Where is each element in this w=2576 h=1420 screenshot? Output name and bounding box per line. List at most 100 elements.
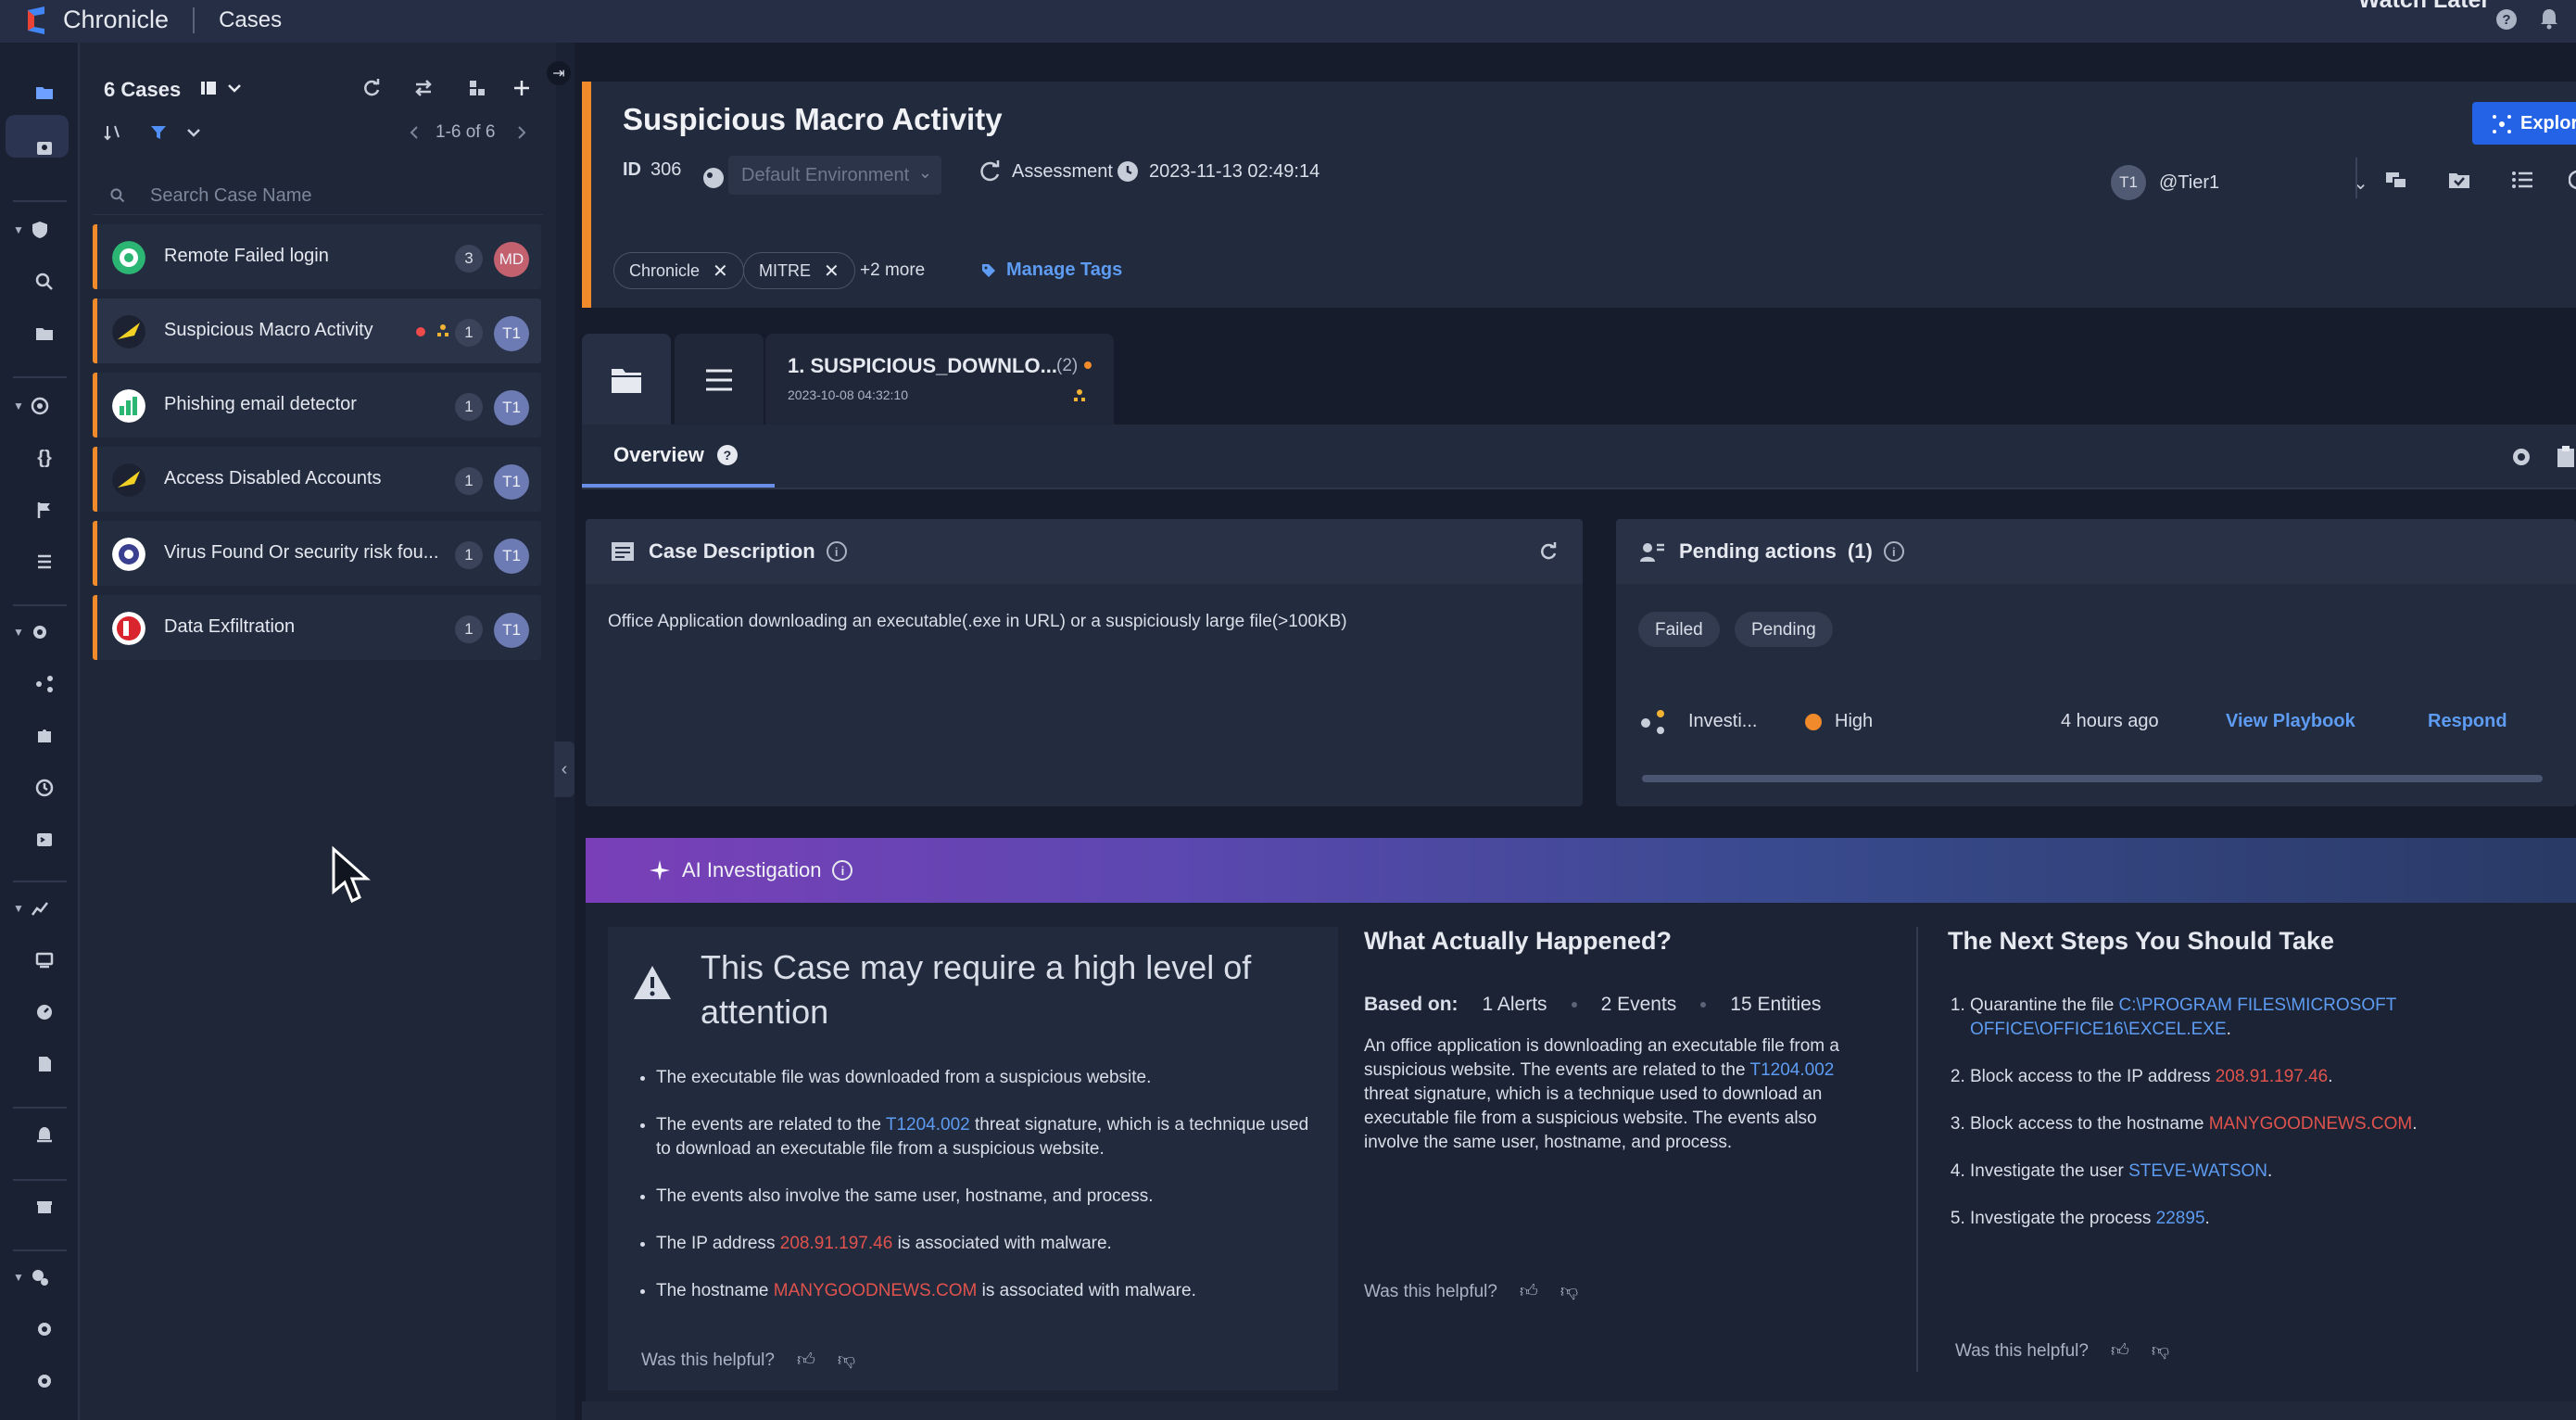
add-case-icon[interactable] [508,74,536,102]
technique-link[interactable]: T1204.002 [886,1115,970,1135]
info-icon[interactable]: i [826,541,847,562]
tab-alert[interactable]: 1. SUSPICIOUS_DOWNLO... (2) 2023-10-08 0… [765,334,1114,426]
process-link[interactable]: 22895 [2156,1209,2205,1228]
ip-address-link[interactable]: 208.91.197.46 [780,1234,893,1253]
more-tags-link[interactable]: +2 more [860,260,925,281]
filter-chevron-icon[interactable] [180,119,208,146]
refresh-icon[interactable] [358,74,385,102]
tab-case-list[interactable] [675,334,764,426]
filter-chip-failed[interactable]: Failed [1638,612,1720,647]
code-braces-icon[interactable]: {} [28,441,61,475]
thumbs-up-icon[interactable]: 👍︎ [1520,1281,1538,1302]
help-icon[interactable]: ? [2496,9,2517,30]
help-icon[interactable]: ? [716,445,738,465]
terminal-icon[interactable] [28,823,61,856]
close-icon[interactable]: ✕ [824,260,840,283]
view-mode-chevron-icon[interactable] [221,74,248,102]
history-icon[interactable] [28,771,61,805]
list-icon[interactable] [28,545,61,578]
tag-chip[interactable]: MITRE ✕ [743,252,855,289]
case-search[interactable]: Search Case Name [93,174,543,215]
tab-case-overview[interactable] [582,334,671,426]
thumbs-down-icon[interactable]: 👎︎ [2152,1340,2169,1362]
tab-overview[interactable]: Overview ? [613,443,738,467]
thumbs-up-icon[interactable]: 👍︎ [797,1350,815,1371]
dashboard-gauge-icon[interactable] [28,995,61,1029]
notification-bell-icon[interactable] [2539,7,2559,30]
id-card-icon[interactable] [28,132,61,165]
case-title: Data Exfiltration [164,616,296,637]
collapse-panel-handle[interactable]: ‹ [554,742,575,797]
case-item[interactable]: Phishing email detector 1 T1 [93,373,541,437]
chat-icon[interactable] [2383,167,2409,193]
environment-select[interactable]: Default Environment ⌄ [728,156,941,195]
brand[interactable]: Chronicle Cases [26,6,282,34]
report-icon[interactable] [28,1047,61,1081]
pending-action-row[interactable]: Investi... High 4 hours ago View Playboo… [1638,695,2576,747]
sort-icon[interactable] [98,119,126,146]
step-item: Investigate the process 22895. [1970,1207,2541,1231]
workflow-icon[interactable] [28,667,61,701]
user-link[interactable]: STEVE-WATSON [2128,1161,2267,1181]
horizontal-scrollbar[interactable] [1642,775,2543,782]
search-icon[interactable] [28,265,61,298]
expand-panel-icon[interactable]: ⇥ [547,61,571,85]
rail-group-detection[interactable]: ▼ [13,393,63,419]
rail-group-security[interactable]: ▼ [13,217,63,243]
view-mode-icon[interactable] [195,74,222,102]
info-icon[interactable]: i [1883,541,1904,562]
thumbs-down-icon[interactable]: 👎︎ [838,1350,855,1371]
close-icon[interactable]: ✕ [713,260,728,283]
settings-icon[interactable] [28,1312,61,1346]
alarm-icon[interactable] [28,1118,61,1151]
hostname-link[interactable]: MANYGOODNEWS.COM [2209,1114,2413,1134]
folder-search-icon[interactable] [28,317,61,350]
folder-check-icon[interactable] [2446,167,2472,193]
more-options-icon[interactable] [2569,167,2576,193]
assignee-select[interactable]: T1 @Tier1 ⌄ [2111,165,2368,200]
puzzle-icon[interactable] [28,719,61,753]
manage-tags-link[interactable]: Manage Tags [980,260,1122,281]
user-name[interactable]: Watch Later [2358,0,2490,14]
case-item[interactable]: Data Exfiltration 1 T1 [93,595,541,660]
rail-group-admin[interactable]: ▼ [13,1264,63,1290]
thumbs-down-icon[interactable]: 👎︎ [1560,1281,1578,1302]
view-playbook-link[interactable]: View Playbook [2226,711,2355,732]
filter-icon[interactable] [145,119,172,146]
case-stage[interactable]: Assessment [979,159,1113,184]
thumbs-up-icon[interactable]: 👍︎ [2111,1340,2129,1362]
swap-icon[interactable] [410,74,437,102]
ip-address-link[interactable]: 208.91.197.46 [2216,1067,2329,1086]
case-item-selected[interactable]: Suspicious Macro Activity 1 T1 [93,298,541,363]
rail-group-analytics[interactable]: ▼ [13,895,63,921]
flag-icon[interactable] [28,493,61,526]
store-icon[interactable] [28,1190,61,1223]
prev-page-icon[interactable] [400,119,428,146]
case-item[interactable]: Remote Failed login 3 MD [93,224,541,289]
cases-folder-icon[interactable] [28,76,61,109]
alerts-count[interactable]: 1 Alerts [1483,994,1547,1016]
technique-link[interactable]: T1204.002 [1750,1060,1835,1080]
tag-chip[interactable]: Chronicle ✕ [613,252,744,289]
explore-button[interactable]: Explore [2472,102,2576,145]
case-item[interactable]: Virus Found Or security risk fou... 1 T1 [93,521,541,586]
respond-link[interactable]: Respond [2428,711,2507,732]
gear-icon[interactable] [2509,445,2533,469]
entities-count[interactable]: 15 Entities [1730,994,1821,1016]
alert-tab-date: 2023-10-08 04:32:10 [788,387,908,402]
events-count[interactable]: 2 Events [1601,994,1677,1016]
refresh-icon[interactable] [1538,541,1559,562]
next-page-icon[interactable] [508,119,536,146]
grid-layout-icon[interactable] [463,74,491,102]
rail-group-settings[interactable]: ▼ [13,619,63,645]
hostname-link[interactable]: MANYGOODNEWS.COM [774,1281,978,1300]
info-icon[interactable]: i [832,860,853,881]
task-list-icon[interactable] [2509,167,2535,193]
clipboard-icon[interactable] [2556,445,2576,469]
comment-input-bar[interactable] [582,1401,2576,1420]
filter-chip-pending[interactable]: Pending [1735,612,1833,647]
settings-advanced-icon[interactable] [28,1364,61,1398]
case-item[interactable]: Access Disabled Accounts 1 T1 [93,447,541,512]
monitor-icon[interactable] [28,944,61,977]
case-header: Suspicious Macro Activity ID 306 Default… [582,82,2576,308]
